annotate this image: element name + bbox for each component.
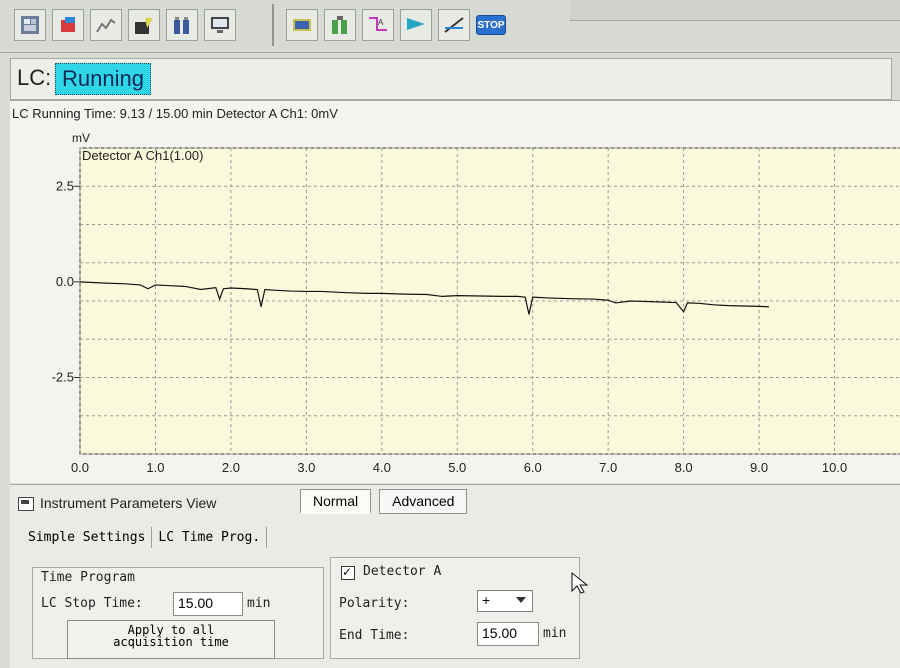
panel-title: Instrument Parameters View	[40, 495, 217, 511]
time-program-group: Time Program LC Stop Time: 15.00 min App…	[32, 567, 324, 659]
x-tick-label: 5.0	[448, 460, 466, 475]
dropdown-arrow-icon	[516, 597, 526, 603]
x-tick-label: 7.0	[599, 460, 617, 475]
view-tabs: Normal Advanced	[300, 489, 468, 514]
x-tick-label: 1.0	[146, 460, 164, 475]
toolbar-separator	[272, 4, 274, 46]
main-toolbar: A STOP	[0, 0, 900, 53]
x-tick-label: 6.0	[524, 460, 542, 475]
svg-text:A: A	[378, 18, 384, 27]
detector-a-title: Detector A	[363, 564, 442, 579]
tab-lc-time-prog[interactable]: LC Time Prog.	[152, 527, 268, 548]
legend-label: Detector A Ch1(1.00)	[82, 148, 203, 163]
tab-normal[interactable]: Normal	[300, 489, 372, 514]
detector-a-checkbox[interactable]	[341, 565, 355, 580]
pump-icon[interactable]	[324, 9, 356, 41]
polarity-value: +	[482, 592, 491, 608]
end-time-label: End Time:	[339, 628, 410, 643]
polarity-label: Polarity:	[339, 596, 410, 611]
end-time-input[interactable]: 15.00	[477, 622, 539, 646]
lc-status-indicator: Running	[55, 63, 151, 95]
pen-icon[interactable]	[128, 9, 160, 41]
lc-stop-time-unit: min	[247, 596, 271, 611]
x-tick-label: 4.0	[373, 460, 391, 475]
x-tick-label: 10.0	[822, 460, 847, 475]
bottles-icon[interactable]	[166, 9, 198, 41]
y-tick-label: 2.5	[56, 178, 74, 193]
tab-advanced[interactable]: Advanced	[379, 489, 468, 514]
instrument-parameters-panel: Instrument Parameters View Normal Advanc…	[10, 484, 900, 668]
lc-stop-time-input[interactable]: 15.00	[173, 592, 243, 616]
lc-label: LC:	[17, 65, 52, 90]
stop-button[interactable]: STOP	[476, 15, 506, 35]
apply-button-line2: acquisition time	[113, 635, 229, 649]
chart-icon[interactable]	[90, 9, 122, 41]
panel-icon[interactable]	[18, 497, 34, 511]
toolbar-group-left	[8, 4, 242, 46]
window-controls-strip	[570, 0, 900, 21]
polarity-select[interactable]: +	[477, 590, 533, 612]
lc-stop-time-label: LC Stop Time:	[41, 596, 143, 611]
method-icon[interactable]: A	[362, 9, 394, 41]
apply-to-all-button[interactable]: Apply to all acquisition time	[67, 620, 275, 659]
x-tick-label: 2.0	[222, 460, 240, 475]
y-axis-label: mV	[72, 131, 90, 145]
x-tick-label: 0.0	[71, 460, 89, 475]
toolbar-group-right: A STOP	[280, 4, 512, 46]
x-tick-label: 9.0	[750, 460, 768, 475]
x-tick-label: 3.0	[297, 460, 315, 475]
y-tick-label: -2.5	[52, 370, 74, 385]
chromatogram-chart: 0.01.02.03.04.05.06.07.08.09.010.0112.50…	[52, 131, 900, 475]
data-icon[interactable]	[14, 9, 46, 41]
settings-tabs: Simple Settings LC Time Prog.	[22, 527, 268, 548]
monitor-icon[interactable]	[204, 9, 236, 41]
mouse-cursor-icon	[571, 571, 589, 594]
running-time-text: LC Running Time: 9.13 / 15.00 min Detect…	[12, 106, 338, 121]
x-tick-label: 8.0	[675, 460, 693, 475]
y-tick-label: 0.0	[56, 274, 74, 289]
detector-a-group: Detector A Polarity: + End Time: 15.00 m…	[330, 557, 580, 659]
end-time-unit: min	[543, 626, 567, 641]
cube-icon[interactable]	[52, 9, 84, 41]
time-program-title: Time Program	[41, 570, 135, 585]
baseline-icon[interactable]	[438, 9, 470, 41]
tab-simple-settings[interactable]: Simple Settings	[22, 527, 153, 548]
instrument-icon[interactable]	[286, 9, 318, 41]
lc-status-bar: LC: Running	[10, 58, 892, 100]
acquisition-icon[interactable]	[400, 9, 432, 41]
